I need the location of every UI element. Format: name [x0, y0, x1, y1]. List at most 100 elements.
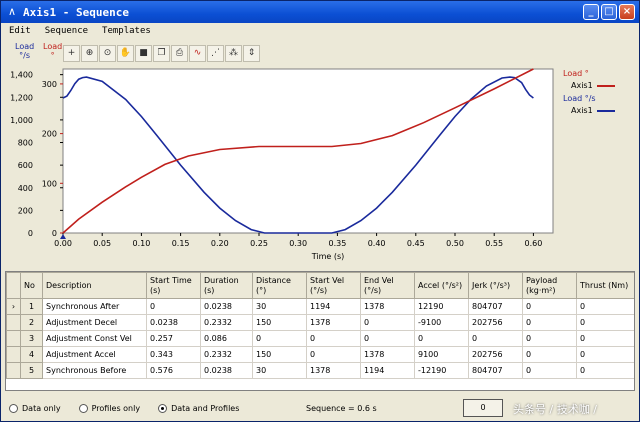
- col-header-end-vel[interactable]: End Vel (°/s): [360, 272, 415, 299]
- cell-start-vel[interactable]: 1378: [306, 362, 361, 379]
- zoom-icon[interactable]: ⊙: [99, 45, 116, 62]
- cell-end-vel[interactable]: 0: [360, 314, 415, 331]
- cell-distance[interactable]: 150: [252, 346, 307, 363]
- cell-thrust[interactable]: 0: [576, 330, 634, 347]
- col-header-accel[interactable]: Accel (°/s²): [414, 272, 469, 299]
- title-bar[interactable]: ∧ Axis1 - Sequence _ □ ×: [1, 1, 639, 23]
- sequence-table-container[interactable]: No Description Start Time (s) Duration (…: [5, 271, 635, 391]
- cell-jerk[interactable]: 0: [468, 330, 523, 347]
- row-selector[interactable]: [6, 346, 21, 363]
- menu-sequence[interactable]: Sequence: [43, 26, 90, 36]
- radio-profiles-only[interactable]: Profiles only: [78, 403, 140, 413]
- radio-data-and-profiles-dot[interactable]: [158, 403, 168, 413]
- cell-jerk[interactable]: 202756: [468, 314, 523, 331]
- cell-no[interactable]: 4: [20, 346, 43, 363]
- cell-accel[interactable]: -12190: [414, 362, 469, 379]
- col-header-start-vel[interactable]: Start Vel (°/s): [306, 272, 361, 299]
- cell-thrust[interactable]: 0: [576, 362, 634, 379]
- curve-icon[interactable]: ∿: [189, 45, 206, 62]
- cell-end-vel[interactable]: 1378: [360, 298, 415, 315]
- cell-start-time[interactable]: 0.257: [146, 330, 201, 347]
- cell-duration[interactable]: 0.0238: [200, 298, 253, 315]
- crosshair-icon[interactable]: +: [63, 45, 80, 62]
- table-row[interactable]: 3 Adjustment Const Vel 0.257 0.086 0 0 0 0 0 0 0: [6, 330, 634, 347]
- cell-duration[interactable]: 0.2332: [200, 346, 253, 363]
- point-label-icon[interactable]: ⁂: [225, 45, 242, 62]
- cell-distance[interactable]: 30: [252, 298, 307, 315]
- cell-start-vel[interactable]: 0: [306, 346, 361, 363]
- cell-no[interactable]: 2: [20, 314, 43, 331]
- cell-end-vel[interactable]: 1378: [360, 346, 415, 363]
- menu-templates[interactable]: Templates: [100, 26, 153, 36]
- cell-distance[interactable]: 150: [252, 314, 307, 331]
- cell-start-time[interactable]: 0: [146, 298, 201, 315]
- cell-description[interactable]: Synchronous After: [42, 298, 147, 315]
- cell-no[interactable]: 5: [20, 362, 43, 379]
- table-row[interactable]: 4 Adjustment Accel 0.343 0.2332 150 0 1378 9100…: [6, 346, 634, 363]
- cell-start-time[interactable]: 0.0238: [146, 314, 201, 331]
- row-selector[interactable]: [6, 362, 21, 379]
- cell-accel[interactable]: 0: [414, 330, 469, 347]
- cell-start-time[interactable]: 0.576: [146, 362, 201, 379]
- close-button[interactable]: ×: [619, 4, 635, 20]
- cell-start-time[interactable]: 0.343: [146, 346, 201, 363]
- cell-start-vel[interactable]: 1194: [306, 298, 361, 315]
- cell-description[interactable]: Adjustment Accel: [42, 346, 147, 363]
- row-selector[interactable]: [6, 314, 21, 331]
- cell-accel[interactable]: 12190: [414, 298, 469, 315]
- cell-duration[interactable]: 0.0238: [200, 362, 253, 379]
- cell-jerk[interactable]: 202756: [468, 346, 523, 363]
- ok-button[interactable]: 0: [463, 399, 503, 417]
- cell-payload[interactable]: 0: [522, 314, 577, 331]
- copy-icon[interactable]: ❐: [153, 45, 170, 62]
- table-row[interactable]: 5 Synchronous Before 0.576 0.0238 30 1378 1194…: [6, 362, 634, 379]
- vertical-scale-icon[interactable]: ⇕: [243, 45, 260, 62]
- cell-payload[interactable]: 0: [522, 346, 577, 363]
- cell-duration[interactable]: 0.2332: [200, 314, 253, 331]
- col-header-start-time[interactable]: Start Time (s): [146, 272, 201, 299]
- cell-start-vel[interactable]: 1378: [306, 314, 361, 331]
- cell-distance[interactable]: 30: [252, 362, 307, 379]
- print-icon[interactable]: ⎙: [171, 45, 188, 62]
- col-header-distance[interactable]: Distance (°): [252, 272, 307, 299]
- radio-data-only[interactable]: Data only: [9, 403, 61, 413]
- minimize-button[interactable]: _: [583, 4, 599, 20]
- cell-no[interactable]: 1: [20, 298, 43, 315]
- cell-jerk[interactable]: 804707: [468, 298, 523, 315]
- row-selector[interactable]: [6, 330, 21, 347]
- menu-edit[interactable]: Edit: [7, 26, 33, 36]
- maximize-button[interactable]: □: [601, 4, 617, 20]
- save-icon[interactable]: ■: [135, 45, 152, 62]
- col-header-duration[interactable]: Duration (s): [200, 272, 253, 299]
- zoom-box-icon[interactable]: ⊕: [81, 45, 98, 62]
- cell-accel[interactable]: 9100: [414, 346, 469, 363]
- cell-distance[interactable]: 0: [252, 330, 307, 347]
- cell-jerk[interactable]: 804707: [468, 362, 523, 379]
- col-header-thrust[interactable]: Thrust (Nm): [576, 272, 634, 299]
- col-header-description[interactable]: Description: [42, 272, 147, 299]
- cell-payload[interactable]: 0: [522, 362, 577, 379]
- cell-thrust[interactable]: 0: [576, 314, 634, 331]
- cell-description[interactable]: Synchronous Before: [42, 362, 147, 379]
- table-row[interactable]: › 1 Synchronous After 0 0.0238 30 1194 1378 1219…: [6, 298, 634, 315]
- cell-accel[interactable]: -9100: [414, 314, 469, 331]
- cell-payload[interactable]: 0: [522, 298, 577, 315]
- cell-description[interactable]: Adjustment Const Vel: [42, 330, 147, 347]
- col-header-no[interactable]: No: [20, 272, 43, 299]
- radio-data-only-dot[interactable]: [9, 403, 18, 413]
- col-header-payload[interactable]: Payload (kg·m²): [522, 272, 577, 299]
- radio-profiles-only-dot[interactable]: [78, 403, 88, 413]
- row-selector[interactable]: ›: [6, 298, 21, 315]
- cell-end-vel[interactable]: 0: [360, 330, 415, 347]
- cell-no[interactable]: 3: [20, 330, 43, 347]
- col-header-jerk[interactable]: Jerk (°/s³): [468, 272, 523, 299]
- cell-duration[interactable]: 0.086: [200, 330, 253, 347]
- cell-payload[interactable]: 0: [522, 330, 577, 347]
- radio-data-and-profiles[interactable]: Data and Profiles: [158, 403, 239, 413]
- cell-thrust[interactable]: 0: [576, 346, 634, 363]
- cell-description[interactable]: Adjustment Decel: [42, 314, 147, 331]
- table-row[interactable]: 2 Adjustment Decel 0.0238 0.2332 150 1378 0 -91…: [6, 314, 634, 331]
- cell-start-vel[interactable]: 0: [306, 330, 361, 347]
- curve-point-icon[interactable]: ⋰: [207, 45, 224, 62]
- cell-thrust[interactable]: 0: [576, 298, 634, 315]
